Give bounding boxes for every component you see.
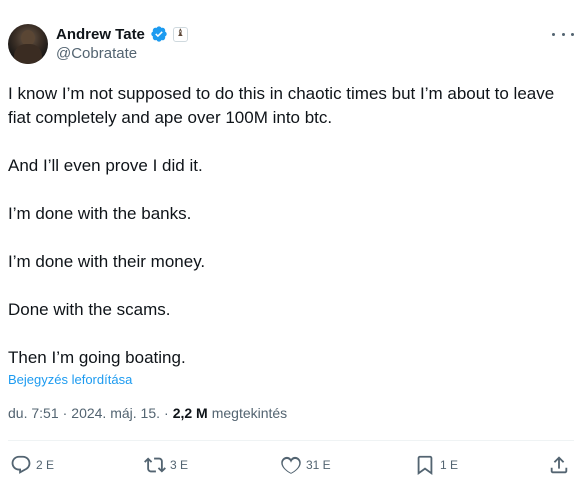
- bookmark-count: 1 E: [440, 458, 459, 472]
- tweet-paragraph: I know I’m not supposed to do this in ch…: [8, 84, 555, 127]
- repost-count: 3 E: [170, 458, 189, 472]
- avatar-body: [14, 44, 42, 64]
- tweet-paragraph: I’m done with their money.: [8, 252, 206, 271]
- author-display-name[interactable]: Andrew Tate: [56, 26, 145, 43]
- reply-icon: [11, 455, 31, 474]
- more-options-icon[interactable]: [552, 24, 574, 44]
- heart-icon: [281, 456, 301, 474]
- avatar[interactable]: [8, 24, 48, 64]
- translate-post-link[interactable]: Bejegyzés lefordítása: [8, 372, 132, 387]
- tweet-text: I know I’m not supposed to do this in ch…: [8, 82, 568, 370]
- tweet-date[interactable]: 2024. máj. 15.: [71, 405, 160, 421]
- meta-separator: ·: [164, 405, 169, 421]
- meta-separator: ·: [62, 405, 68, 421]
- tweet-paragraph: I’m done with the banks.: [8, 204, 192, 223]
- tweet-meta: du. 7:51 · 2024. máj. 15. · 2,2 M megtek…: [8, 405, 287, 421]
- chess-piece-icon[interactable]: ♝: [172, 26, 188, 42]
- tweet-time[interactable]: du. 7:51: [8, 405, 59, 421]
- author-name-row: Andrew Tate ♝: [56, 24, 188, 44]
- like-count: 31 E: [306, 458, 331, 472]
- reply-button[interactable]: 2 E: [10, 452, 54, 478]
- bookmark-button[interactable]: 1 E: [414, 452, 458, 478]
- share-icon: [550, 456, 568, 474]
- like-button[interactable]: 31 E: [280, 452, 331, 478]
- views-count[interactable]: 2,2 M: [173, 405, 208, 421]
- share-button[interactable]: [548, 452, 570, 478]
- views-label: megtekintés: [211, 405, 288, 421]
- verified-badge-icon[interactable]: [150, 25, 168, 43]
- reply-count: 2 E: [36, 458, 55, 472]
- tweet-paragraph: And I’ll even prove I did it.: [8, 156, 203, 175]
- divider: [8, 440, 574, 441]
- tweet-card: Andrew Tate ♝ @Cobratate I know I’m not …: [0, 0, 588, 487]
- tweet-paragraph: Done with the scams.: [8, 300, 171, 319]
- tweet-paragraph: Then I’m going boating.: [8, 348, 186, 367]
- action-bar: 2 E 3 E 31 E 1 E: [8, 452, 574, 478]
- repost-button[interactable]: 3 E: [144, 452, 188, 478]
- repost-icon: [144, 457, 166, 473]
- author-handle[interactable]: @Cobratate: [56, 45, 137, 62]
- bookmark-icon: [417, 455, 433, 476]
